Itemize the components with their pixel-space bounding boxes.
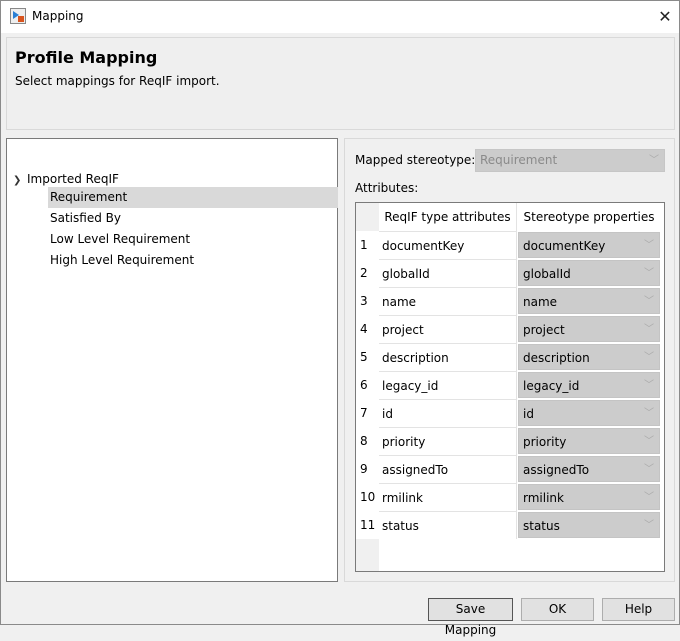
stereotype-property-select[interactable]: documentKey ﹀ [518,232,660,258]
tree-root-label: Imported ReqIF [27,172,119,186]
stereotype-property-value: assignedTo [523,463,590,477]
tree-item[interactable]: High Level Requirement [48,250,338,271]
table-row: 9 assignedTo assignedTo ﹀ [356,455,664,483]
row-number: 8 [356,427,379,455]
stereotype-property-value: project [523,323,565,337]
header-panel: Profile Mapping Select mappings for ReqI… [6,37,675,130]
row-number: 11 [356,511,379,539]
stereotype-property-value: globalId [523,267,571,281]
row-number: 10 [356,483,379,511]
table-row: 10 rmilink rmilink ﹀ [356,483,664,511]
chevron-down-icon: ﹀ [644,408,654,419]
reqif-attribute: priority [379,427,517,455]
reqif-attribute: description [379,343,517,371]
chevron-down-icon: ﹀ [644,436,654,447]
attributes-table: ReqIF type attributes Stereotype propert… [355,202,665,572]
chevron-down-icon: ﹀ [644,352,654,363]
mapped-stereotype-select[interactable]: Requirement ﹀ [475,149,665,172]
tree-root[interactable]: ❯ Imported ReqIF [13,169,119,189]
stereotype-property-value: priority [523,435,567,449]
table-row: 6 legacy_id legacy_id ﹀ [356,371,664,399]
row-number: 1 [356,231,379,259]
page-subtitle: Select mappings for ReqIF import. [15,74,220,88]
row-number: 3 [356,287,379,315]
mapped-stereotype-label: Mapped stereotype: [355,153,476,167]
chevron-down-icon: ﹀ [644,324,654,335]
stereotype-property-value: status [523,519,560,533]
reqif-tree: ❯ Imported ReqIF Requirement Satisfied By L… [6,138,338,582]
title-bar: Mapping ✕ [1,1,679,33]
reqif-attribute: status [379,511,517,539]
stereotype-property-select[interactable]: priority ﹀ [518,428,660,454]
stereotype-property-select[interactable]: rmilink ﹀ [518,484,660,510]
column-header-stereotype[interactable]: Stereotype properties [518,203,660,231]
column-header-reqif[interactable]: ReqIF type attributes [379,203,517,231]
stereotype-property-value: description [523,351,590,365]
reqif-attribute: legacy_id [379,371,517,399]
tree-item[interactable]: Requirement [48,187,338,208]
reqif-attribute: project [379,315,517,343]
stereotype-property-value: documentKey [523,239,606,253]
chevron-down-icon: ﹀ [644,268,654,279]
mapped-stereotype-value: Requirement [480,153,558,167]
reqif-attribute: name [379,287,517,315]
row-number: 7 [356,399,379,427]
reqif-attribute: documentKey [379,231,517,259]
save-mapping-button[interactable]: Save Mapping [428,598,513,637]
tree-item[interactable]: Satisfied By [48,208,338,229]
chevron-down-icon: ﹀ [644,520,654,531]
stereotype-property-select[interactable]: id ﹀ [518,400,660,426]
window-title: Mapping [32,9,84,23]
mapping-dialog: Mapping ✕ Profile Mapping Select mapping… [0,0,680,637]
stereotype-property-select[interactable]: status ﹀ [518,512,660,538]
table-row: 7 id id ﹀ [356,399,664,427]
chevron-down-icon[interactable]: ❯ [13,171,27,191]
reqif-attribute: id [379,399,517,427]
chevron-down-icon: ﹀ [644,240,654,251]
table-row: 5 description description ﹀ [356,343,664,371]
table-row: 4 project project ﹀ [356,315,664,343]
reqif-attribute: assignedTo [379,455,517,483]
stereotype-property-select[interactable]: description ﹀ [518,344,660,370]
table-row: 1 documentKey documentKey ﹀ [356,231,664,259]
stereotype-property-value: legacy_id [523,379,580,393]
help-button[interactable]: Help [602,598,675,621]
close-icon[interactable]: ✕ [653,5,677,29]
row-number: 9 [356,455,379,483]
attributes-label: Attributes: [355,181,419,195]
chevron-down-icon: ﹀ [644,380,654,391]
table-row: 2 globalId globalId ﹀ [356,259,664,287]
table-row: 8 priority priority ﹀ [356,427,664,455]
ok-button[interactable]: OK [521,598,594,621]
row-number: 5 [356,343,379,371]
stereotype-property-select[interactable]: name ﹀ [518,288,660,314]
row-number: 6 [356,371,379,399]
table-row: 3 name name ﹀ [356,287,664,315]
page-title: Profile Mapping [15,48,158,67]
row-number: 2 [356,259,379,287]
stereotype-property-value: name [523,295,558,309]
stereotype-property-select[interactable]: globalId ﹀ [518,260,660,286]
tree-item[interactable]: Low Level Requirement [48,229,338,250]
chevron-down-icon: ﹀ [644,464,654,475]
reqif-attribute: rmilink [379,483,517,511]
stereotype-property-value: rmilink [523,491,564,505]
reqif-attribute: globalId [379,259,517,287]
stereotype-property-value: id [523,407,534,421]
chevron-down-icon: ﹀ [649,155,659,166]
row-number: 4 [356,315,379,343]
stereotype-property-select[interactable]: legacy_id ﹀ [518,372,660,398]
stereotype-property-select[interactable]: assignedTo ﹀ [518,456,660,482]
app-icon [10,8,26,24]
chevron-down-icon: ﹀ [644,492,654,503]
mapping-panel: Mapped stereotype: Requirement ﹀ Attribut… [344,138,675,582]
table-row: 11 status status ﹀ [356,511,664,539]
chevron-down-icon: ﹀ [644,296,654,307]
stereotype-property-select[interactable]: project ﹀ [518,316,660,342]
